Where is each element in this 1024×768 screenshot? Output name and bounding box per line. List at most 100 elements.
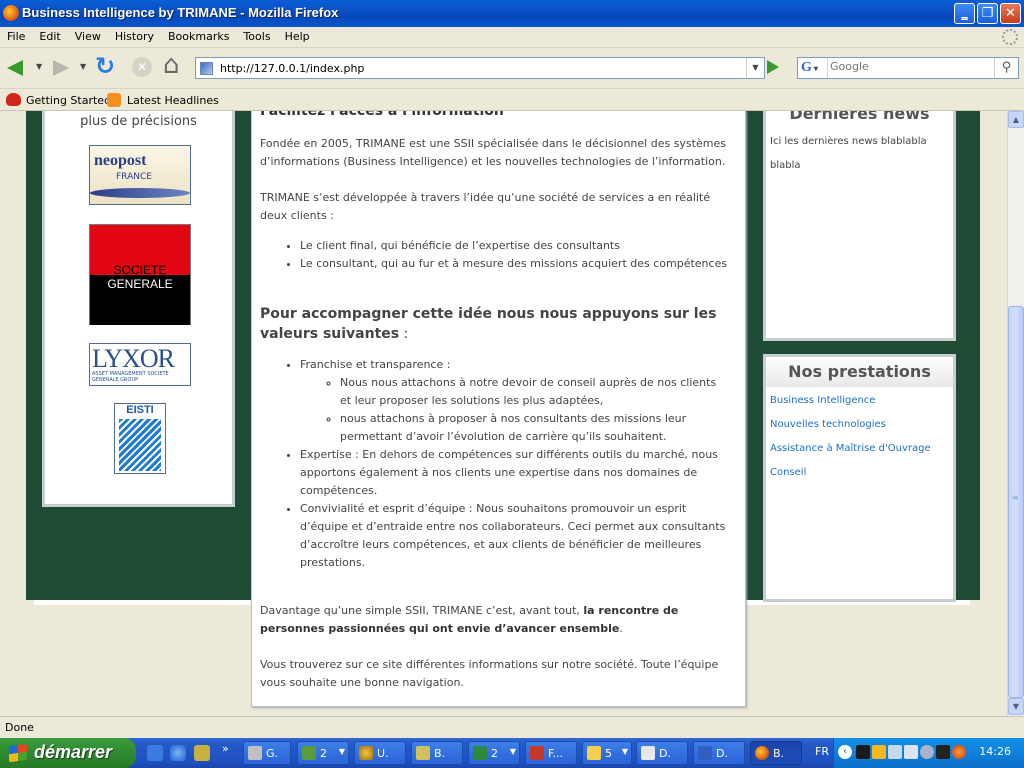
lyxor-logo[interactable]: LYXOR ASSET MANAGEMENT SOCIETE GENERALE … xyxy=(89,343,191,386)
link-assistance-moa[interactable]: Assistance à Maîtrise d'Ouvrage xyxy=(770,443,931,454)
scroll-down-arrow-icon[interactable]: ▼ xyxy=(1008,698,1024,715)
forward-history-dropdown-icon[interactable]: ▼ xyxy=(80,62,86,71)
clients-list: Le client final, qui bénéficie de l’expe… xyxy=(300,237,740,273)
clock[interactable]: 14:26 xyxy=(979,745,1011,758)
home-button[interactable] xyxy=(162,50,188,80)
news-title: Dernières news xyxy=(789,111,930,123)
list-item: nous attachons à proposer à nos consulta… xyxy=(340,410,730,446)
system-tray: ‹ 14:26 xyxy=(833,738,1024,768)
url-bar[interactable]: http://127.0.0.1/index.php ▼ xyxy=(195,57,765,79)
societe-generale-logo-top: SOCIETE xyxy=(113,263,167,277)
filezilla-icon xyxy=(530,746,544,760)
window-title: Business Intelligence by TRIMANE - Mozil… xyxy=(22,5,339,20)
bookmark-latest-headlines[interactable]: Latest Headlines xyxy=(127,94,219,107)
title-bar[interactable]: Business Intelligence by TRIMANE - Mozil… xyxy=(0,0,1024,27)
search-engine-selector[interactable]: G xyxy=(798,58,828,78)
values-list: Franchise et transparence : Nous nous at… xyxy=(300,356,730,572)
taskbar-button[interactable]: U. xyxy=(354,741,406,765)
eisti-logo[interactable]: EISTI xyxy=(114,403,166,474)
tray-volume-icon[interactable] xyxy=(904,745,918,759)
tray-uwamp-icon[interactable] xyxy=(872,745,886,759)
neopost-logo[interactable]: neopost FRANCE xyxy=(89,145,191,205)
section-heading: Facilitez l'accès à l'information xyxy=(260,111,504,119)
taskbar-firefox-button[interactable]: B. xyxy=(750,741,802,765)
taskbar-group-button[interactable]: 2 ▼ xyxy=(297,741,349,765)
taskbar-button[interactable]: D. xyxy=(693,741,745,765)
list-item: Franchise et transparence : Nous nous at… xyxy=(300,356,730,446)
news-panel: Dernières news Ici les dernières news bl… xyxy=(763,111,956,341)
link-conseil[interactable]: Conseil xyxy=(770,467,806,478)
link-nouvelles-technologies[interactable]: Nouvelles technologies xyxy=(770,419,886,430)
list-item: Convivialité et esprit d’équipe : Nous s… xyxy=(300,500,730,572)
terminal-icon xyxy=(248,746,262,760)
navigation-toolbar: ▼ ▼ http://127.0.0.1/index.php ▼ G ⚲ xyxy=(0,47,1024,87)
vertical-scrollbar[interactable]: ▲ ≡ ▼ xyxy=(1007,111,1024,716)
tray-display-icon[interactable] xyxy=(936,745,950,759)
link-business-intelligence[interactable]: Business Intelligence xyxy=(770,395,875,406)
close-button[interactable]: ✕ xyxy=(1000,3,1021,24)
back-history-dropdown-icon[interactable]: ▼ xyxy=(36,62,42,71)
maximize-button[interactable]: ❐ xyxy=(977,3,998,24)
forward-button[interactable] xyxy=(48,56,74,80)
list-item: Le client final, qui bénéficie de l’expe… xyxy=(300,237,740,255)
minimize-button[interactable]: ‗ xyxy=(954,3,975,24)
prestations-title: Nos prestations xyxy=(788,362,931,381)
url-text[interactable]: http://127.0.0.1/index.php xyxy=(220,62,364,75)
quicklaunch-app-icon[interactable] xyxy=(194,745,210,761)
page-favicon-icon xyxy=(200,62,213,75)
neopost-logo-swoosh xyxy=(90,188,190,198)
quicklaunch-ie-icon[interactable] xyxy=(170,745,186,761)
taskbar-button[interactable]: G. xyxy=(243,741,291,765)
reload-button[interactable] xyxy=(94,52,120,80)
quicklaunch-desktop-icon[interactable] xyxy=(147,745,163,761)
main-content: Facilitez l'accès à l'information Fondée… xyxy=(251,111,746,707)
value-franchise: Franchise et transparence : xyxy=(300,358,451,371)
tray-settings-icon[interactable] xyxy=(920,745,934,759)
bookmarks-toolbar: Getting Started Latest Headlines xyxy=(0,88,1024,111)
scroll-thumb[interactable] xyxy=(1008,306,1024,698)
start-label: démarrer xyxy=(34,742,113,762)
list-item: Le consultant, qui au fur et à mesure de… xyxy=(300,255,740,273)
menu-bookmarks[interactable]: Bookmarks xyxy=(161,27,236,43)
menu-view[interactable]: View xyxy=(68,27,108,43)
taskbar-button[interactable]: F... xyxy=(525,741,577,765)
firefox-icon xyxy=(755,746,769,760)
stop-button[interactable] xyxy=(128,56,154,80)
tray-expand-icon[interactable]: ‹ xyxy=(838,745,852,759)
url-dropdown-icon[interactable]: ▼ xyxy=(746,58,764,78)
quicklaunch-more-icon[interactable]: » xyxy=(222,742,229,755)
back-button[interactable] xyxy=(4,56,30,80)
menu-tools[interactable]: Tools xyxy=(236,27,277,43)
search-icon[interactable]: ⚲ xyxy=(994,58,1018,78)
tray-firefox-icon[interactable] xyxy=(952,745,966,759)
search-input[interactable] xyxy=(830,60,990,73)
search-bar[interactable]: G ⚲ xyxy=(797,57,1019,79)
menu-edit[interactable]: Edit xyxy=(32,27,67,43)
tray-network-icon[interactable] xyxy=(888,745,902,759)
menu-file[interactable]: File xyxy=(0,27,32,43)
go-arrow-icon[interactable] xyxy=(767,60,779,74)
taskbar-button[interactable]: B. xyxy=(411,741,463,765)
excel-icon xyxy=(473,746,487,760)
taskbar-button[interactable]: D. xyxy=(636,741,688,765)
word-icon xyxy=(698,746,712,760)
precisions-text: plus de précisions xyxy=(80,114,197,129)
lyxor-logo-name: LYXOR xyxy=(92,344,175,373)
societe-generale-logo-bottom: GENERALE xyxy=(107,277,173,291)
menu-history[interactable]: History xyxy=(108,27,161,43)
societe-generale-logo[interactable]: SOCIETE GENERALE xyxy=(89,224,191,325)
start-button[interactable]: démarrer xyxy=(0,738,136,768)
menu-help[interactable]: Help xyxy=(278,27,317,43)
tray-app-icon[interactable] xyxy=(856,745,870,759)
scroll-up-arrow-icon[interactable]: ▲ xyxy=(1008,111,1024,128)
status-text: Done xyxy=(5,721,34,734)
language-indicator[interactable]: FR xyxy=(815,745,829,758)
intro-paragraph: Fondée en 2005, TRIMANE est une SSII spé… xyxy=(260,137,726,168)
firefox-window: Business Intelligence by TRIMANE - Mozil… xyxy=(0,0,1024,738)
folder-icon xyxy=(587,746,601,760)
two-clients-paragraph: TRIMANE s’est développée à travers l’idé… xyxy=(260,191,711,222)
bookmark-getting-started[interactable]: Getting Started xyxy=(26,94,111,107)
taskbar-group-button[interactable]: 2 ▼ xyxy=(468,741,520,765)
getting-started-icon xyxy=(6,93,21,106)
taskbar-group-button[interactable]: 5 ▼ xyxy=(582,741,632,765)
